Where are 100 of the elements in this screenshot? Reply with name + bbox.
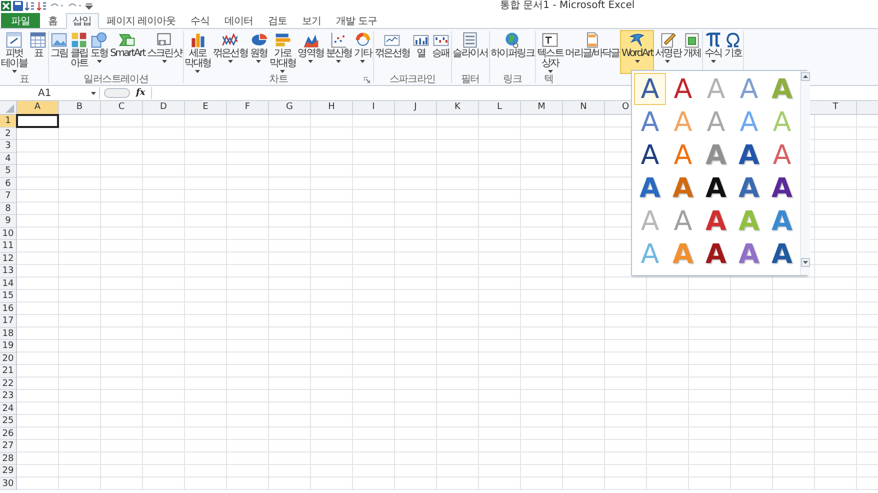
row-header[interactable]: 14 <box>0 278 16 290</box>
ribbon-button[interactable]: 기타 <box>352 30 373 74</box>
row-header[interactable]: 23 <box>0 390 16 402</box>
ribbon-button[interactable]: 도형 <box>89 30 110 74</box>
row-header[interactable]: 18 <box>0 328 16 340</box>
row-header[interactable]: 13 <box>0 265 16 278</box>
ribbon-button[interactable]: 표 <box>28 30 48 74</box>
ribbon-button[interactable]: 피벗 테이블 <box>0 30 28 74</box>
column-header[interactable]: J <box>395 101 437 114</box>
row-header[interactable]: 12 <box>0 252 16 265</box>
wordart-style-option[interactable]: A <box>634 73 666 105</box>
ribbon-tab[interactable]: 데이터 <box>218 13 260 28</box>
dialog-launcher-icon[interactable] <box>364 77 370 83</box>
ribbon-button[interactable]: SmartArt <box>109 30 146 74</box>
ribbon-button[interactable]: 꺾은선형 <box>374 30 411 74</box>
wordart-style-option[interactable]: A <box>733 172 765 204</box>
row-header[interactable]: 4 <box>0 152 16 165</box>
row-header[interactable]: 22 <box>0 378 16 390</box>
column-header[interactable]: H <box>311 101 353 114</box>
row-header[interactable]: 26 <box>0 428 16 440</box>
row-header[interactable]: 7 <box>0 190 16 202</box>
ribbon-button[interactable]: 수식 <box>703 30 724 74</box>
column-header[interactable]: N <box>563 101 605 114</box>
ribbon-tab[interactable]: 검토 <box>261 13 294 28</box>
ribbon-button[interactable]: 영역형 <box>296 30 325 74</box>
ribbon-button[interactable]: 스크린샷 <box>146 30 183 74</box>
column-header[interactable]: G <box>269 101 311 114</box>
column-header[interactable]: M <box>521 101 563 114</box>
ribbon-tab[interactable]: 수식 <box>184 13 217 28</box>
column-header[interactable]: B <box>59 101 101 114</box>
row-header[interactable]: 24 <box>0 402 16 415</box>
ribbon-button[interactable]: 열 <box>410 30 431 74</box>
ribbon-button[interactable]: 그림 <box>49 30 70 74</box>
column-header[interactable]: I <box>353 101 395 114</box>
ribbon-button[interactable]: WordArt <box>620 30 654 74</box>
ribbon-button[interactable]: 분산형 <box>324 30 353 74</box>
ribbon-tab[interactable]: 홈 <box>41 13 64 28</box>
row-header[interactable]: 21 <box>0 365 16 378</box>
insert-function-button[interactable]: fx <box>130 88 152 98</box>
ribbon-button[interactable]: 머리글/바닥글 <box>564 30 620 74</box>
wordart-style-option[interactable]: A <box>700 205 732 237</box>
column-header[interactable]: K <box>437 101 479 114</box>
row-header[interactable]: 29 <box>0 465 16 478</box>
file-tab[interactable]: 파일 <box>1 13 40 28</box>
row-header[interactable]: 15 <box>0 290 16 302</box>
wordart-style-option[interactable]: A <box>700 238 732 270</box>
ribbon-button[interactable]: 기호 <box>723 30 744 74</box>
ribbon-button[interactable]: 슬라이서 <box>452 30 489 74</box>
wordart-style-option[interactable]: A <box>733 238 765 270</box>
scroll-up-icon[interactable] <box>801 72 810 81</box>
column-header[interactable]: C <box>101 101 143 114</box>
wordart-style-option[interactable]: A <box>766 205 798 237</box>
row-header[interactable]: 30 <box>0 478 16 490</box>
save-icon[interactable] <box>13 1 23 11</box>
wordart-style-option[interactable]: A <box>766 139 798 171</box>
column-header[interactable]: A <box>17 101 59 114</box>
row-header[interactable]: 6 <box>0 178 16 190</box>
customize-toolbar-icon[interactable] <box>85 1 93 11</box>
active-cell[interactable] <box>16 114 59 128</box>
ribbon-tab[interactable]: 페이지 레이아웃 <box>100 13 183 28</box>
ribbon-button[interactable]: 꺾은선형 <box>212 30 249 74</box>
wordart-style-option[interactable]: A <box>733 139 765 171</box>
wordart-style-option[interactable]: A <box>766 238 798 270</box>
row-header[interactable]: 2 <box>0 128 16 140</box>
ribbon-button[interactable]: 텍스트 상자 <box>536 30 564 74</box>
wordart-style-option[interactable]: A <box>634 139 666 171</box>
sort-descending-icon[interactable] <box>37 1 47 11</box>
wordart-style-option[interactable]: A <box>667 172 699 204</box>
row-header[interactable]: 8 <box>0 202 16 215</box>
row-header[interactable]: 17 <box>0 315 16 328</box>
row-header[interactable]: 20 <box>0 352 16 365</box>
column-header[interactable]: D <box>143 101 185 114</box>
ribbon-button[interactable]: 하이퍼링크 <box>490 30 536 74</box>
wordart-style-option[interactable]: A <box>667 73 699 105</box>
row-header[interactable]: 19 <box>0 340 16 352</box>
row-header[interactable]: 9 <box>0 215 16 228</box>
row-header[interactable]: 10 <box>0 228 16 240</box>
scroll-down-icon[interactable] <box>801 258 810 267</box>
wordart-style-option[interactable]: A <box>634 172 666 204</box>
ribbon-button[interactable]: 클립 아트 <box>69 30 90 74</box>
column-header[interactable]: L <box>479 101 521 114</box>
row-header[interactable]: 28 <box>0 452 16 465</box>
column-header[interactable]: E <box>185 101 227 114</box>
row-header[interactable]: 11 <box>0 240 16 252</box>
column-header[interactable]: T <box>815 101 857 114</box>
wordart-style-option[interactable]: A <box>700 172 732 204</box>
ribbon-button[interactable]: 승패 <box>430 30 451 74</box>
row-header[interactable]: 3 <box>0 140 16 152</box>
sort-icon[interactable] <box>25 1 35 11</box>
row-header[interactable]: 1 <box>0 115 16 128</box>
row-header[interactable]: 25 <box>0 415 16 428</box>
row-header[interactable]: 27 <box>0 440 16 452</box>
ribbon-tab[interactable]: 보기 <box>295 13 328 28</box>
row-header[interactable]: 5 <box>0 165 16 178</box>
row-header[interactable]: 16 <box>0 302 16 315</box>
wordart-style-option[interactable]: A <box>766 172 798 204</box>
ribbon-button[interactable]: 가로 막대형 <box>268 30 297 74</box>
ribbon-button[interactable]: 원형 <box>248 30 269 74</box>
ribbon-tab[interactable]: 개발 도구 <box>329 13 384 28</box>
ribbon-button[interactable]: 세로 막대형 <box>184 30 212 74</box>
